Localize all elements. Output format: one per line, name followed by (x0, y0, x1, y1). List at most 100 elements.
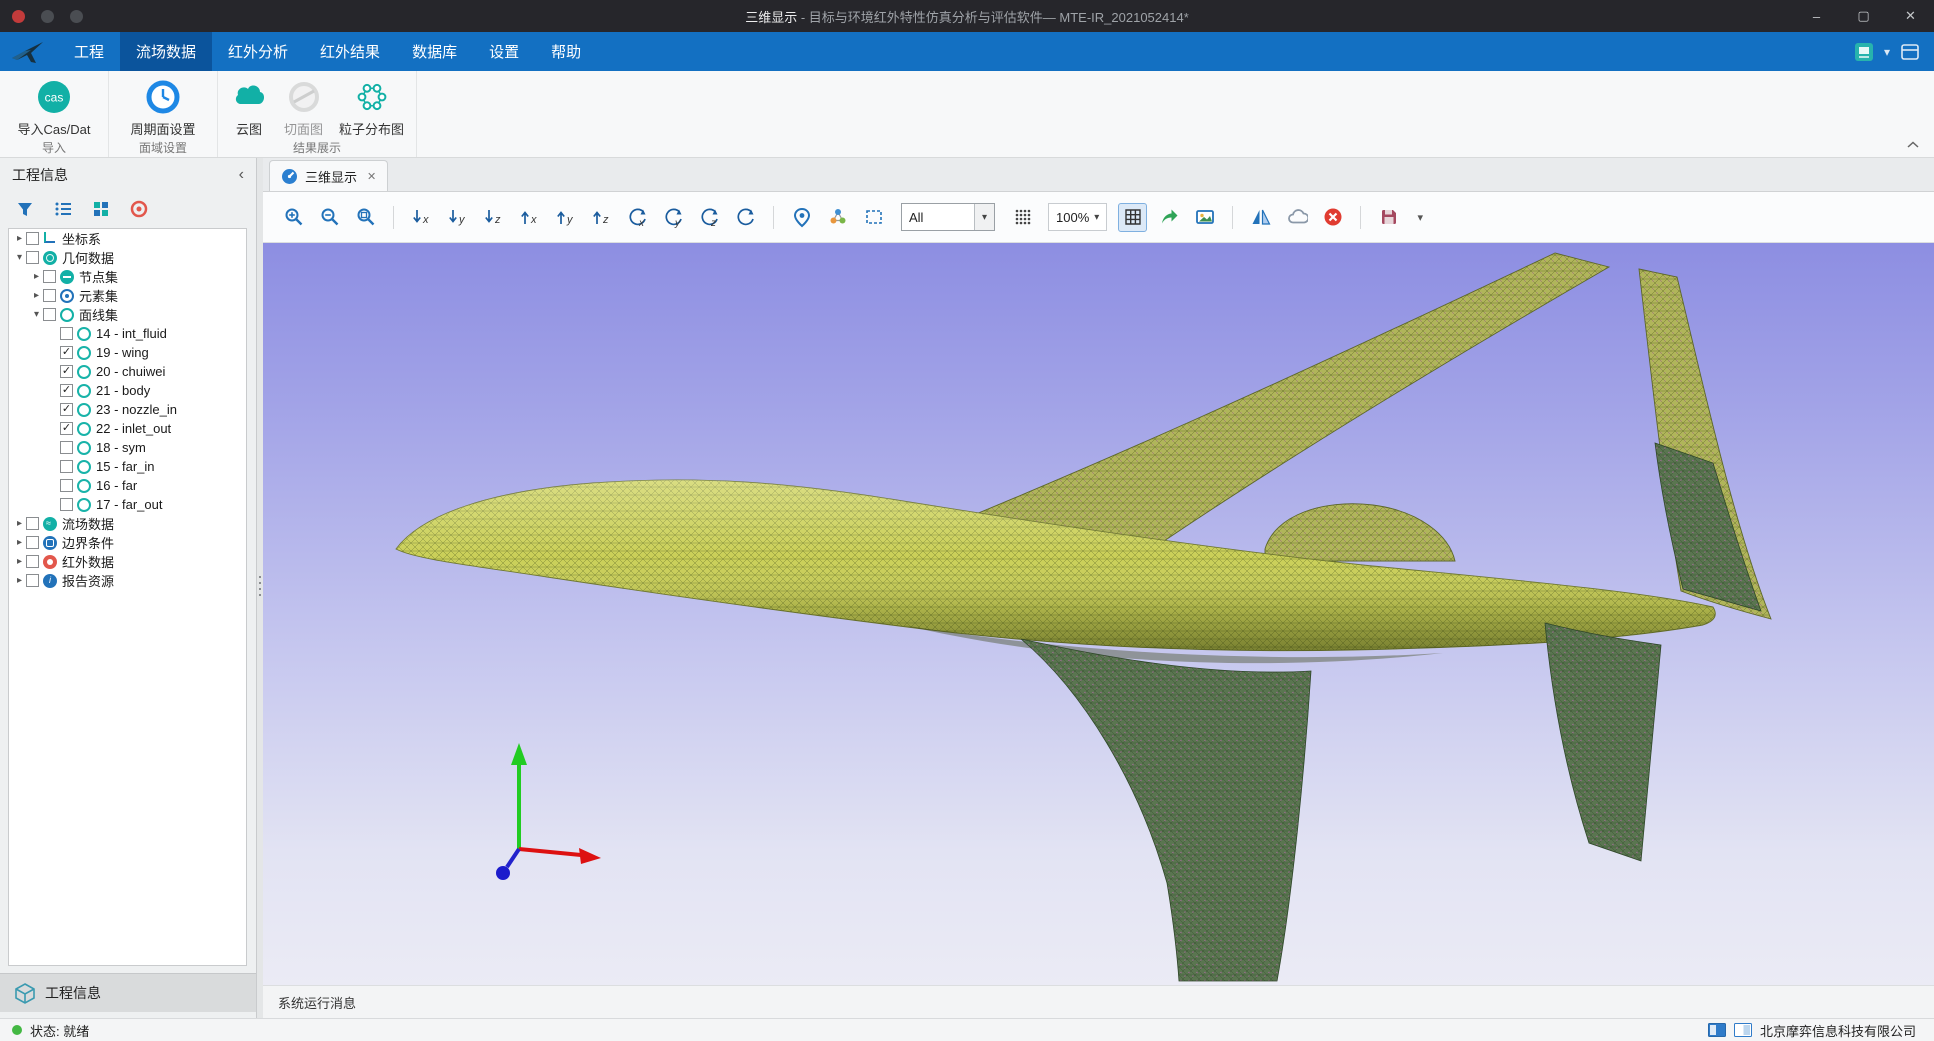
zoom-in-icon[interactable] (279, 203, 308, 232)
view-x-up-icon[interactable]: x (515, 203, 544, 232)
rotate-y-icon[interactable]: y (659, 203, 688, 232)
tree-expand-arrow[interactable]: ▾ (30, 309, 43, 320)
cloud-outline-icon[interactable] (1282, 203, 1311, 232)
tree-expand-arrow[interactable]: ▸ (13, 537, 26, 548)
tree-expand-arrow[interactable]: ▸ (13, 575, 26, 586)
window-layout-icon[interactable] (1900, 42, 1920, 62)
tree-item[interactable]: ▾面线集 (9, 305, 246, 324)
tree-checkbox[interactable]: ✓ (60, 346, 73, 359)
view-x-down-icon[interactable]: x (407, 203, 436, 232)
display-filter-select[interactable]: All▾ (901, 203, 995, 231)
view-z-up-icon[interactable]: z (587, 203, 616, 232)
zoom-level-dropdown[interactable]: 100%▾ (1048, 203, 1107, 231)
tree-item[interactable]: ▸坐标系 (9, 229, 246, 248)
tree-checkbox[interactable] (26, 232, 39, 245)
save-view-icon[interactable] (1374, 203, 1403, 232)
minimize-button[interactable]: – (1793, 0, 1840, 32)
snapshot-icon[interactable] (1190, 203, 1219, 232)
tree-expand-arrow[interactable]: ▸ (30, 271, 43, 282)
view-z-down-icon[interactable]: z (479, 203, 508, 232)
tree-checkbox[interactable] (43, 308, 56, 321)
dock-layout-icon-1[interactable] (1708, 1023, 1726, 1037)
maximize-button[interactable]: ▢ (1840, 0, 1887, 32)
tree-item[interactable]: ▸红外数据 (9, 552, 246, 571)
dock-layout-icon-2[interactable] (1734, 1023, 1752, 1037)
viewport-3d-canvas[interactable] (263, 243, 1934, 985)
tree-expand-arrow[interactable]: ▸ (30, 290, 43, 301)
clear-results-icon[interactable] (1318, 203, 1347, 232)
close-button[interactable]: ✕ (1887, 0, 1934, 32)
tree-item[interactable]: ▸边界条件 (9, 533, 246, 552)
tree-item[interactable]: 15 - far_in (9, 457, 246, 476)
target-icon[interactable] (128, 198, 150, 220)
tree-item[interactable]: ✓20 - chuiwei (9, 362, 246, 381)
view-y-up-icon[interactable]: y (551, 203, 580, 232)
cas-import-button[interactable]: cas导入Cas/Dat (18, 78, 91, 138)
tab-close-icon[interactable]: ✕ (367, 170, 376, 183)
project-info-bottom-tab[interactable]: 工程信息 (0, 973, 256, 1012)
probe-pin-icon[interactable] (787, 203, 816, 232)
menu-item-7[interactable]: 帮助 (535, 32, 597, 71)
rotate-x-icon[interactable]: x (623, 203, 652, 232)
tree-expand-arrow[interactable]: ▸ (13, 518, 26, 529)
tree-item[interactable]: 16 - far (9, 476, 246, 495)
tree-item[interactable]: ✓22 - inlet_out (9, 419, 246, 438)
particle-distribution-button[interactable]: 粒子分布图 (339, 78, 404, 138)
tree-item[interactable]: ▸节点集 (9, 267, 246, 286)
tree-item[interactable]: 18 - sym (9, 438, 246, 457)
molecule-icon[interactable] (823, 203, 852, 232)
tree-item[interactable]: ✓23 - nozzle_in (9, 400, 246, 419)
tree-checkbox[interactable] (60, 327, 73, 340)
menu-item-3[interactable]: 红外分析 (212, 32, 304, 71)
tree-item[interactable]: ▸报告资源 (9, 571, 246, 590)
ribbon-collapse-button[interactable] (1906, 140, 1920, 149)
tree-item[interactable]: ▸流场数据 (9, 514, 246, 533)
project-tree[interactable]: ▸坐标系▾几何数据▸节点集▸元素集▾面线集14 - int_fluid✓19 -… (8, 228, 247, 966)
rotate-z-icon[interactable]: z (695, 203, 724, 232)
tree-checkbox[interactable]: ✓ (60, 403, 73, 416)
tree-item[interactable]: ▾几何数据 (9, 248, 246, 267)
tree-item[interactable]: ✓21 - body (9, 381, 246, 400)
menu-item-6[interactable]: 设置 (473, 32, 535, 71)
contour-cloud-button[interactable]: 云图 (230, 78, 268, 138)
tree-checkbox[interactable] (26, 536, 39, 549)
halftone-icon[interactable] (1008, 203, 1037, 232)
tree-checkbox[interactable] (26, 555, 39, 568)
tree-checkbox[interactable] (26, 517, 39, 530)
filter-funnel-icon[interactable] (14, 198, 36, 220)
mirror-icon[interactable] (1246, 203, 1275, 232)
tree-checkbox[interactable] (43, 270, 56, 283)
tree-expand-arrow[interactable]: ▾ (13, 252, 26, 263)
style-icon[interactable] (1854, 42, 1874, 62)
grid-icon[interactable] (1118, 203, 1147, 232)
menu-item-5[interactable]: 数据库 (396, 32, 473, 71)
menu-item-2[interactable]: 流场数据 (120, 32, 212, 71)
tree-item[interactable]: 14 - int_fluid (9, 324, 246, 343)
share-arrow-icon[interactable] (1154, 203, 1183, 232)
tree-checkbox[interactable] (26, 251, 39, 264)
zoom-out-icon[interactable] (315, 203, 344, 232)
view-y-down-icon[interactable]: y (443, 203, 472, 232)
periodic-face-button[interactable]: 周期面设置 (130, 78, 195, 138)
tree-checkbox[interactable] (60, 498, 73, 511)
region-select-icon[interactable] (859, 203, 888, 232)
caret-down-icon[interactable]: ▾ (1410, 203, 1430, 232)
tree-checkbox[interactable] (60, 479, 73, 492)
rotate-free-icon[interactable] (731, 203, 760, 232)
tree-item[interactable]: 17 - far_out (9, 495, 246, 514)
chevron-down-icon[interactable]: ▾ (1884, 45, 1890, 59)
tree-checkbox[interactable] (43, 289, 56, 302)
zoom-fit-icon[interactable] (351, 203, 380, 232)
tree-checkbox[interactable]: ✓ (60, 422, 73, 435)
grid-view-icon[interactable] (90, 198, 112, 220)
tree-expand-arrow[interactable]: ▸ (13, 556, 26, 567)
tab-3d-view[interactable]: 三维显示 ✕ (269, 160, 388, 191)
tree-checkbox[interactable] (26, 574, 39, 587)
tree-checkbox[interactable] (60, 460, 73, 473)
panel-collapse-button[interactable]: ‹ (239, 166, 244, 184)
chevron-down-icon[interactable]: ▾ (974, 204, 994, 230)
tree-item[interactable]: ✓19 - wing (9, 343, 246, 362)
tree-checkbox[interactable]: ✓ (60, 384, 73, 397)
tree-checkbox[interactable]: ✓ (60, 365, 73, 378)
tree-checkbox[interactable] (60, 441, 73, 454)
